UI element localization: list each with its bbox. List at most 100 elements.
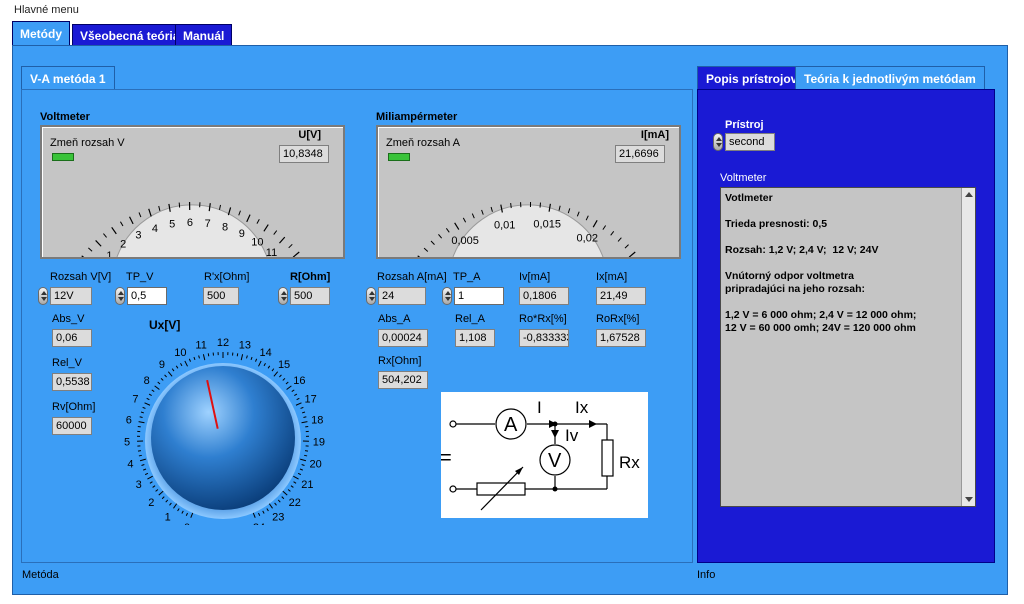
- knob-tick: [295, 402, 302, 406]
- current-ix-label: Ix: [575, 398, 589, 417]
- voltmeter-tick: [81, 255, 85, 257]
- ammeter-tick: [462, 217, 467, 223]
- knob-scale-label: 11: [195, 340, 206, 352]
- knob-tick: [286, 385, 292, 390]
- knob-tick: [161, 496, 165, 500]
- status-info: Info: [697, 569, 716, 581]
- info-scrollbar[interactable]: [961, 188, 975, 506]
- knob-tick: [304, 454, 308, 457]
- ix-label: Ix[mA]: [596, 271, 628, 283]
- knob-tick: [258, 512, 261, 516]
- voltmeter-tick: [219, 204, 221, 210]
- ammeter-scale-label: 0,02: [577, 233, 598, 245]
- voltmeter-tick: [103, 233, 107, 238]
- knob-tick: [296, 397, 300, 401]
- tp-a-spinner[interactable]: [442, 287, 452, 305]
- knob-tick: [293, 475, 299, 480]
- ammeter-tick: [430, 240, 435, 245]
- knob-tick: [151, 389, 155, 392]
- pristroj-field[interactable]: second: [725, 133, 775, 151]
- knob-scale-label: 8: [144, 375, 150, 387]
- ammeter-tick: [481, 209, 484, 215]
- voltmeter-tick: [263, 224, 269, 232]
- r-field[interactable]: 500: [290, 287, 330, 305]
- knob-tick: [262, 510, 265, 514]
- voltmeter-tick: [111, 226, 117, 235]
- knob-scale-label: 15: [278, 359, 290, 371]
- rozsah-v-label: Rozsah V[V]: [50, 271, 112, 283]
- tab-teoria-metody[interactable]: Teória k jednotlivým metódam: [795, 66, 985, 90]
- scroll-up-icon[interactable]: [965, 192, 973, 197]
- knob-tick: [158, 490, 164, 496]
- knob-tick: [290, 485, 294, 488]
- tp-a-field[interactable]: 1: [454, 287, 504, 305]
- scroll-down-icon[interactable]: [965, 497, 973, 502]
- tab-metody[interactable]: Metódy: [12, 21, 70, 46]
- ammeter-tick: [628, 251, 636, 257]
- knob-scale-label: 10: [174, 347, 186, 359]
- voltmeter-tick: [95, 240, 102, 247]
- ammeter-tick: [624, 244, 629, 249]
- voltmeter-tick: [273, 230, 278, 235]
- knob-tick: [138, 421, 145, 424]
- knob-tick: [274, 502, 277, 506]
- ammeter-gauge: Zmeň rozsah A I[mA] 21,6696 00,0050,010,…: [376, 125, 681, 259]
- tp-v-spinner[interactable]: [115, 287, 125, 305]
- r-spinner[interactable]: [278, 287, 288, 305]
- rozsah-v-spinner[interactable]: [38, 287, 48, 305]
- knob-scale-label: 3: [136, 479, 142, 491]
- pristroj-label: Prístroj: [725, 119, 764, 131]
- voltmeter-tick: [279, 236, 286, 244]
- ammeter-tick: [610, 231, 615, 236]
- knob-tick: [273, 371, 279, 377]
- knob-tick: [160, 377, 164, 381]
- knob-tick: [282, 377, 286, 381]
- ammeter-tick: [576, 211, 580, 217]
- tab-vseobecna-teoria[interactable]: Všeobecná teória: [72, 24, 188, 46]
- knob-tick: [299, 468, 303, 471]
- knob-tick: [143, 468, 147, 471]
- knob-scale-label: 12: [217, 337, 229, 349]
- ammeter-scale: 00,0050,010,0150,020,024: [417, 202, 636, 257]
- knob-tick: [285, 381, 289, 385]
- pristroj-spinner[interactable]: [713, 133, 723, 151]
- knob-tick: [167, 371, 173, 377]
- abs-a-label: Abs_A: [378, 313, 411, 325]
- rv-label: Rv[Ohm]: [52, 401, 96, 413]
- voltmeter-tick: [292, 251, 300, 257]
- rozsah-a-spinner[interactable]: [366, 287, 376, 305]
- knob-body[interactable]: [151, 366, 295, 510]
- info-textbox[interactable]: Votlmeter Trieda presnosti: 0,5 Rozsah: …: [720, 187, 976, 507]
- knob-scale-label: 7: [132, 394, 138, 406]
- ammeter-tick: [510, 203, 512, 209]
- voltmeter-scale-label: 3: [135, 230, 141, 242]
- voltmeter-tick: [148, 208, 152, 217]
- tab-popis-pristrojov[interactable]: Popis prístrojov: [697, 66, 807, 90]
- knob-tick: [142, 406, 146, 409]
- knob-tick: [138, 454, 142, 457]
- ammeter-tick: [592, 219, 598, 228]
- tab-va-metoda-1[interactable]: V-A metóda 1: [21, 66, 115, 90]
- knob-tick: [180, 362, 183, 367]
- knob-scale-label: 23: [272, 511, 284, 523]
- knob-tick: [250, 356, 253, 361]
- knob-tick: [177, 508, 180, 512]
- voltmeter-scale-label: 6: [187, 217, 193, 229]
- tp-v-field[interactable]: 0,5: [127, 287, 167, 305]
- knob-tick: [146, 397, 150, 401]
- tab-manual[interactable]: Manuál: [175, 24, 233, 46]
- voltmeter-scale-label: 5: [169, 219, 175, 231]
- ammeter-title: Miliampérmeter: [376, 111, 458, 123]
- knob-tick: [293, 481, 297, 484]
- rozsah-a-field[interactable]: 24: [378, 287, 426, 305]
- rozsah-v-field[interactable]: 12V: [50, 287, 92, 305]
- ammeter-scale-label: 0,01: [494, 219, 515, 231]
- status-metoda: Metóda: [22, 569, 59, 581]
- knob-scale-label: 18: [311, 415, 323, 427]
- circuit-schematic: A V I Ix Iv Rx: [449, 398, 640, 511]
- voltmeter-scale-label: 4: [152, 223, 158, 235]
- voltage-knob[interactable]: 0123456789101112131415161718192021222324: [100, 320, 360, 525]
- knob-tick: [291, 389, 295, 392]
- ammeter-tick: [602, 225, 607, 230]
- ammeter-tick: [471, 213, 475, 219]
